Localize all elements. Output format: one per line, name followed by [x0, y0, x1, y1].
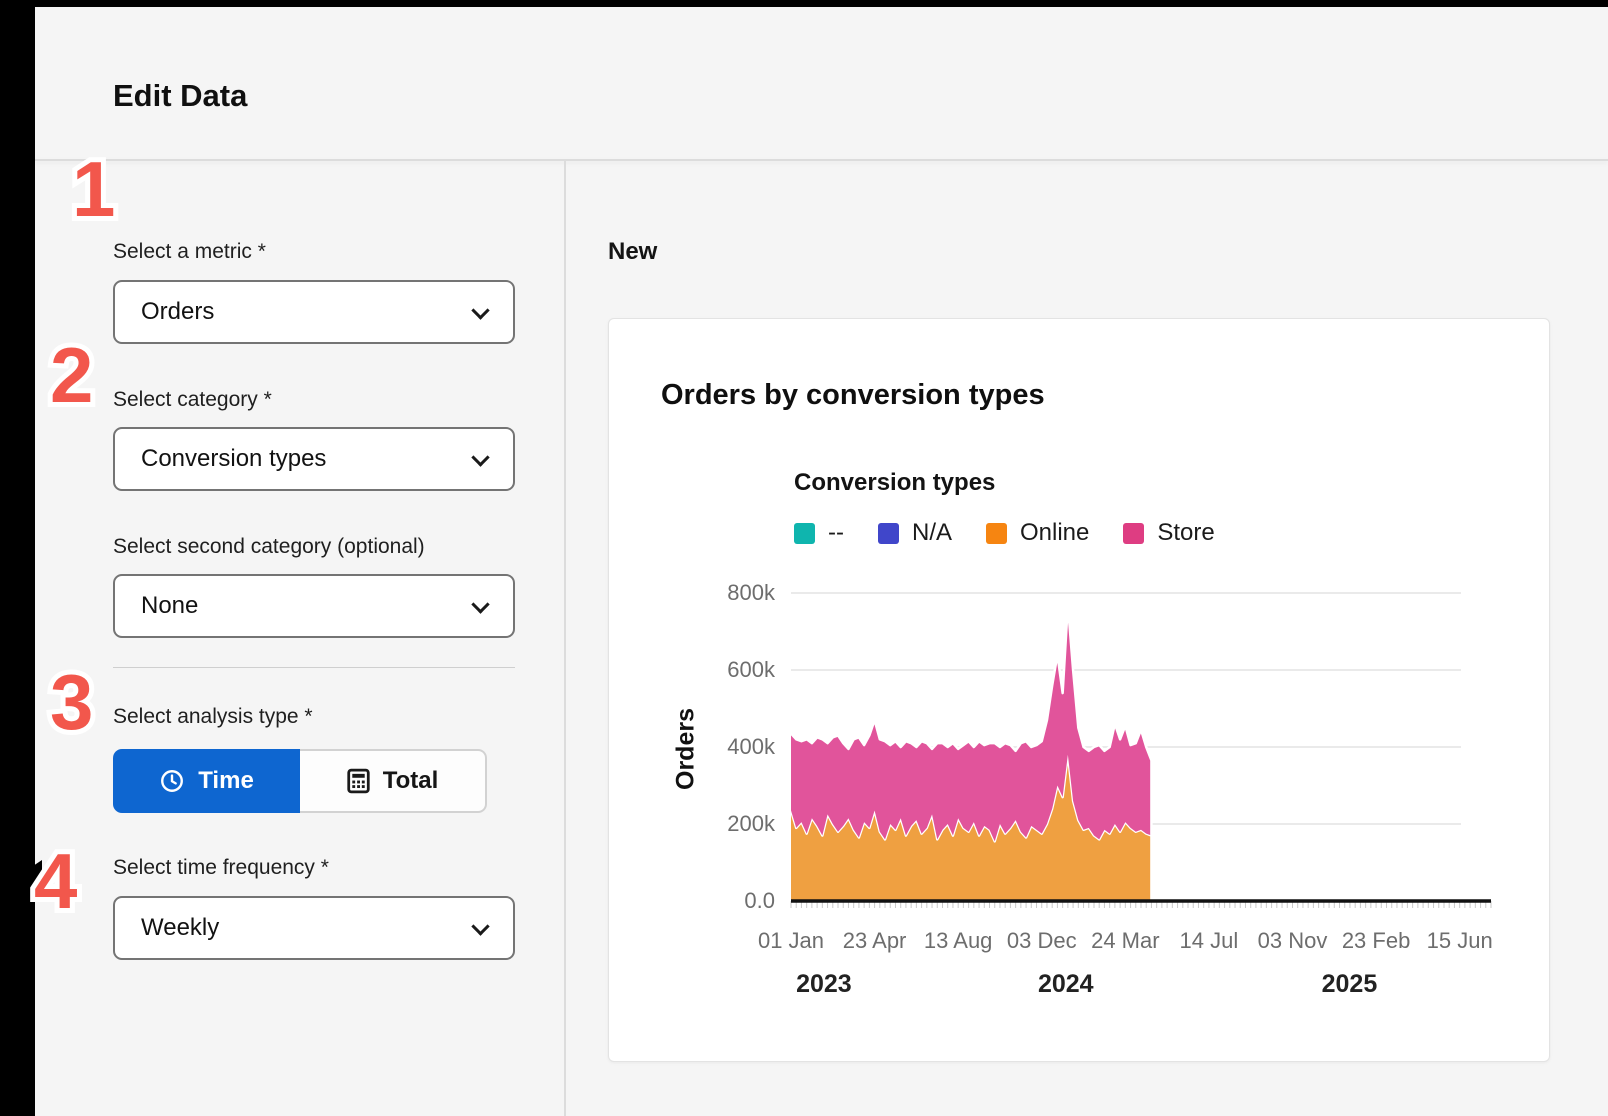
page-title: Edit Data	[113, 78, 247, 114]
category-select[interactable]: Conversion types	[113, 427, 515, 491]
legend-label: Store	[1157, 519, 1214, 547]
legend-item[interactable]: --	[794, 519, 844, 547]
x-tick-label: 23 Apr	[843, 928, 907, 954]
panel-divider	[564, 161, 566, 1116]
chart-card: Orders by conversion types Conversion ty…	[608, 318, 1550, 1062]
time-frequency-select[interactable]: Weekly	[113, 896, 515, 960]
chevron-down-icon	[471, 448, 489, 466]
legend-item[interactable]: Store	[1123, 519, 1214, 547]
annotation-step-2: 2	[50, 336, 93, 414]
analysis-type-label: Select analysis type *	[113, 705, 313, 729]
x-tick-label: 14 Jul	[1180, 928, 1239, 954]
y-tick-label: 600k	[727, 657, 775, 683]
metric-select-value: Orders	[141, 298, 214, 326]
chart-legend-title: Conversion types	[794, 469, 995, 497]
y-tick-label: 0.0	[744, 888, 775, 914]
legend-label: Online	[1020, 519, 1089, 547]
year-label: 2024	[1038, 970, 1094, 999]
chevron-down-icon	[471, 595, 489, 613]
x-tick-label: 03 Dec	[1007, 928, 1077, 954]
chart-title: Orders by conversion types	[661, 379, 1045, 412]
category-label: Select category *	[113, 388, 272, 412]
calculator-icon	[347, 768, 370, 794]
preview-status: New	[608, 238, 657, 266]
analysis-total-label: Total	[383, 767, 439, 795]
plot-region: 800k600k400k200k0.001 Jan23 Apr13 Aug03 …	[791, 576, 1491, 1016]
legend-swatch-icon	[986, 523, 1007, 544]
year-label: 2023	[796, 970, 852, 999]
x-tick-label: 24 Mar	[1091, 928, 1159, 954]
y-tick-label: 200k	[727, 811, 775, 837]
x-tick-label: 03 Nov	[1258, 928, 1328, 954]
metric-label: Select a metric *	[113, 240, 266, 264]
chart-legend: -- N/A Online Store	[794, 519, 1215, 547]
x-tick-label: 13 Aug	[924, 928, 993, 954]
category-select-value: Conversion types	[141, 445, 326, 473]
clock-icon	[159, 768, 185, 794]
analysis-total-button[interactable]: Total	[300, 749, 487, 813]
legend-swatch-icon	[794, 523, 815, 544]
x-tick-label: 23 Feb	[1342, 928, 1411, 954]
legend-item[interactable]: Online	[986, 519, 1089, 547]
form-divider	[113, 667, 515, 668]
time-frequency-label: Select time frequency *	[113, 856, 329, 880]
analysis-time-button[interactable]: Time	[113, 749, 300, 813]
legend-swatch-icon	[878, 523, 899, 544]
x-tick-label: 15 Jun	[1427, 928, 1493, 954]
y-tick-label: 400k	[727, 734, 775, 760]
second-category-select[interactable]: None	[113, 574, 515, 638]
legend-swatch-icon	[1123, 523, 1144, 544]
y-axis-title: Orders	[671, 624, 701, 874]
legend-item[interactable]: N/A	[878, 519, 952, 547]
annotation-step-3: 3	[50, 663, 93, 741]
second-category-label: Select second category (optional)	[113, 535, 425, 559]
legend-label: N/A	[912, 519, 952, 547]
left-black-strip	[0, 0, 35, 1116]
year-label: 2025	[1322, 970, 1378, 999]
annotation-step-1: 1	[72, 150, 115, 228]
y-tick-label: 800k	[727, 580, 775, 606]
second-category-select-value: None	[141, 592, 198, 620]
time-frequency-select-value: Weekly	[141, 914, 219, 942]
analysis-type-toggle: Time Total	[113, 749, 487, 813]
legend-label: --	[828, 519, 844, 547]
header-divider	[35, 159, 1608, 161]
annotation-step-4: 4	[34, 842, 77, 920]
chevron-down-icon	[471, 917, 489, 935]
x-tick-label: 01 Jan	[758, 928, 824, 954]
analysis-time-label: Time	[198, 767, 254, 795]
metric-select[interactable]: Orders	[113, 280, 515, 344]
top-black-strip	[0, 0, 1608, 7]
chevron-down-icon	[471, 301, 489, 319]
